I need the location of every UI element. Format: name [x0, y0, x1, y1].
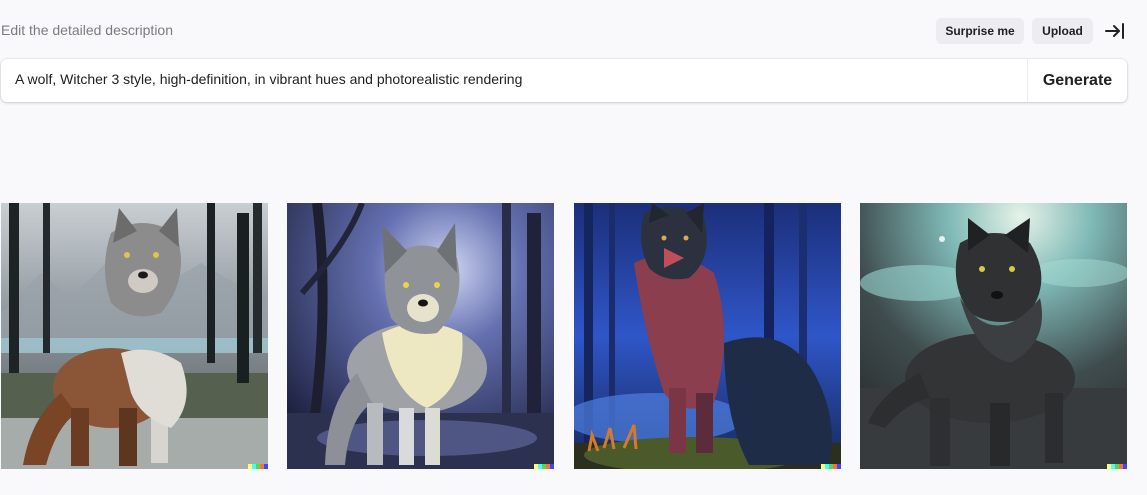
upload-button[interactable]: Upload	[1032, 18, 1093, 44]
result-image-4[interactable]	[860, 203, 1127, 469]
result-image-2[interactable]	[287, 203, 554, 469]
generate-button[interactable]: Generate	[1028, 59, 1127, 102]
surprise-me-button[interactable]: Surprise me	[936, 18, 1024, 44]
signature-mark	[821, 464, 841, 469]
prompt-field[interactable]: A wolf, Witcher 3 style, high-definition…	[1, 59, 1127, 102]
signature-mark	[534, 464, 554, 469]
prompt-input[interactable]: A wolf, Witcher 3 style, high-definition…	[15, 71, 522, 87]
result-image-3[interactable]	[574, 203, 841, 469]
wolf-image-2	[287, 203, 554, 469]
wolf-image-1	[1, 203, 268, 469]
signature-mark	[248, 464, 268, 469]
image-generation-page: Edit the detailed description Surprise m…	[0, 0, 1147, 495]
result-image-1[interactable]	[1, 203, 268, 469]
wolf-image-3	[574, 203, 841, 469]
signature-mark	[1107, 464, 1127, 469]
prompt-hint: Edit the detailed description	[1, 22, 173, 38]
arrow-right-to-bar-icon[interactable]	[1103, 19, 1127, 43]
wolf-image-4	[860, 203, 1127, 469]
